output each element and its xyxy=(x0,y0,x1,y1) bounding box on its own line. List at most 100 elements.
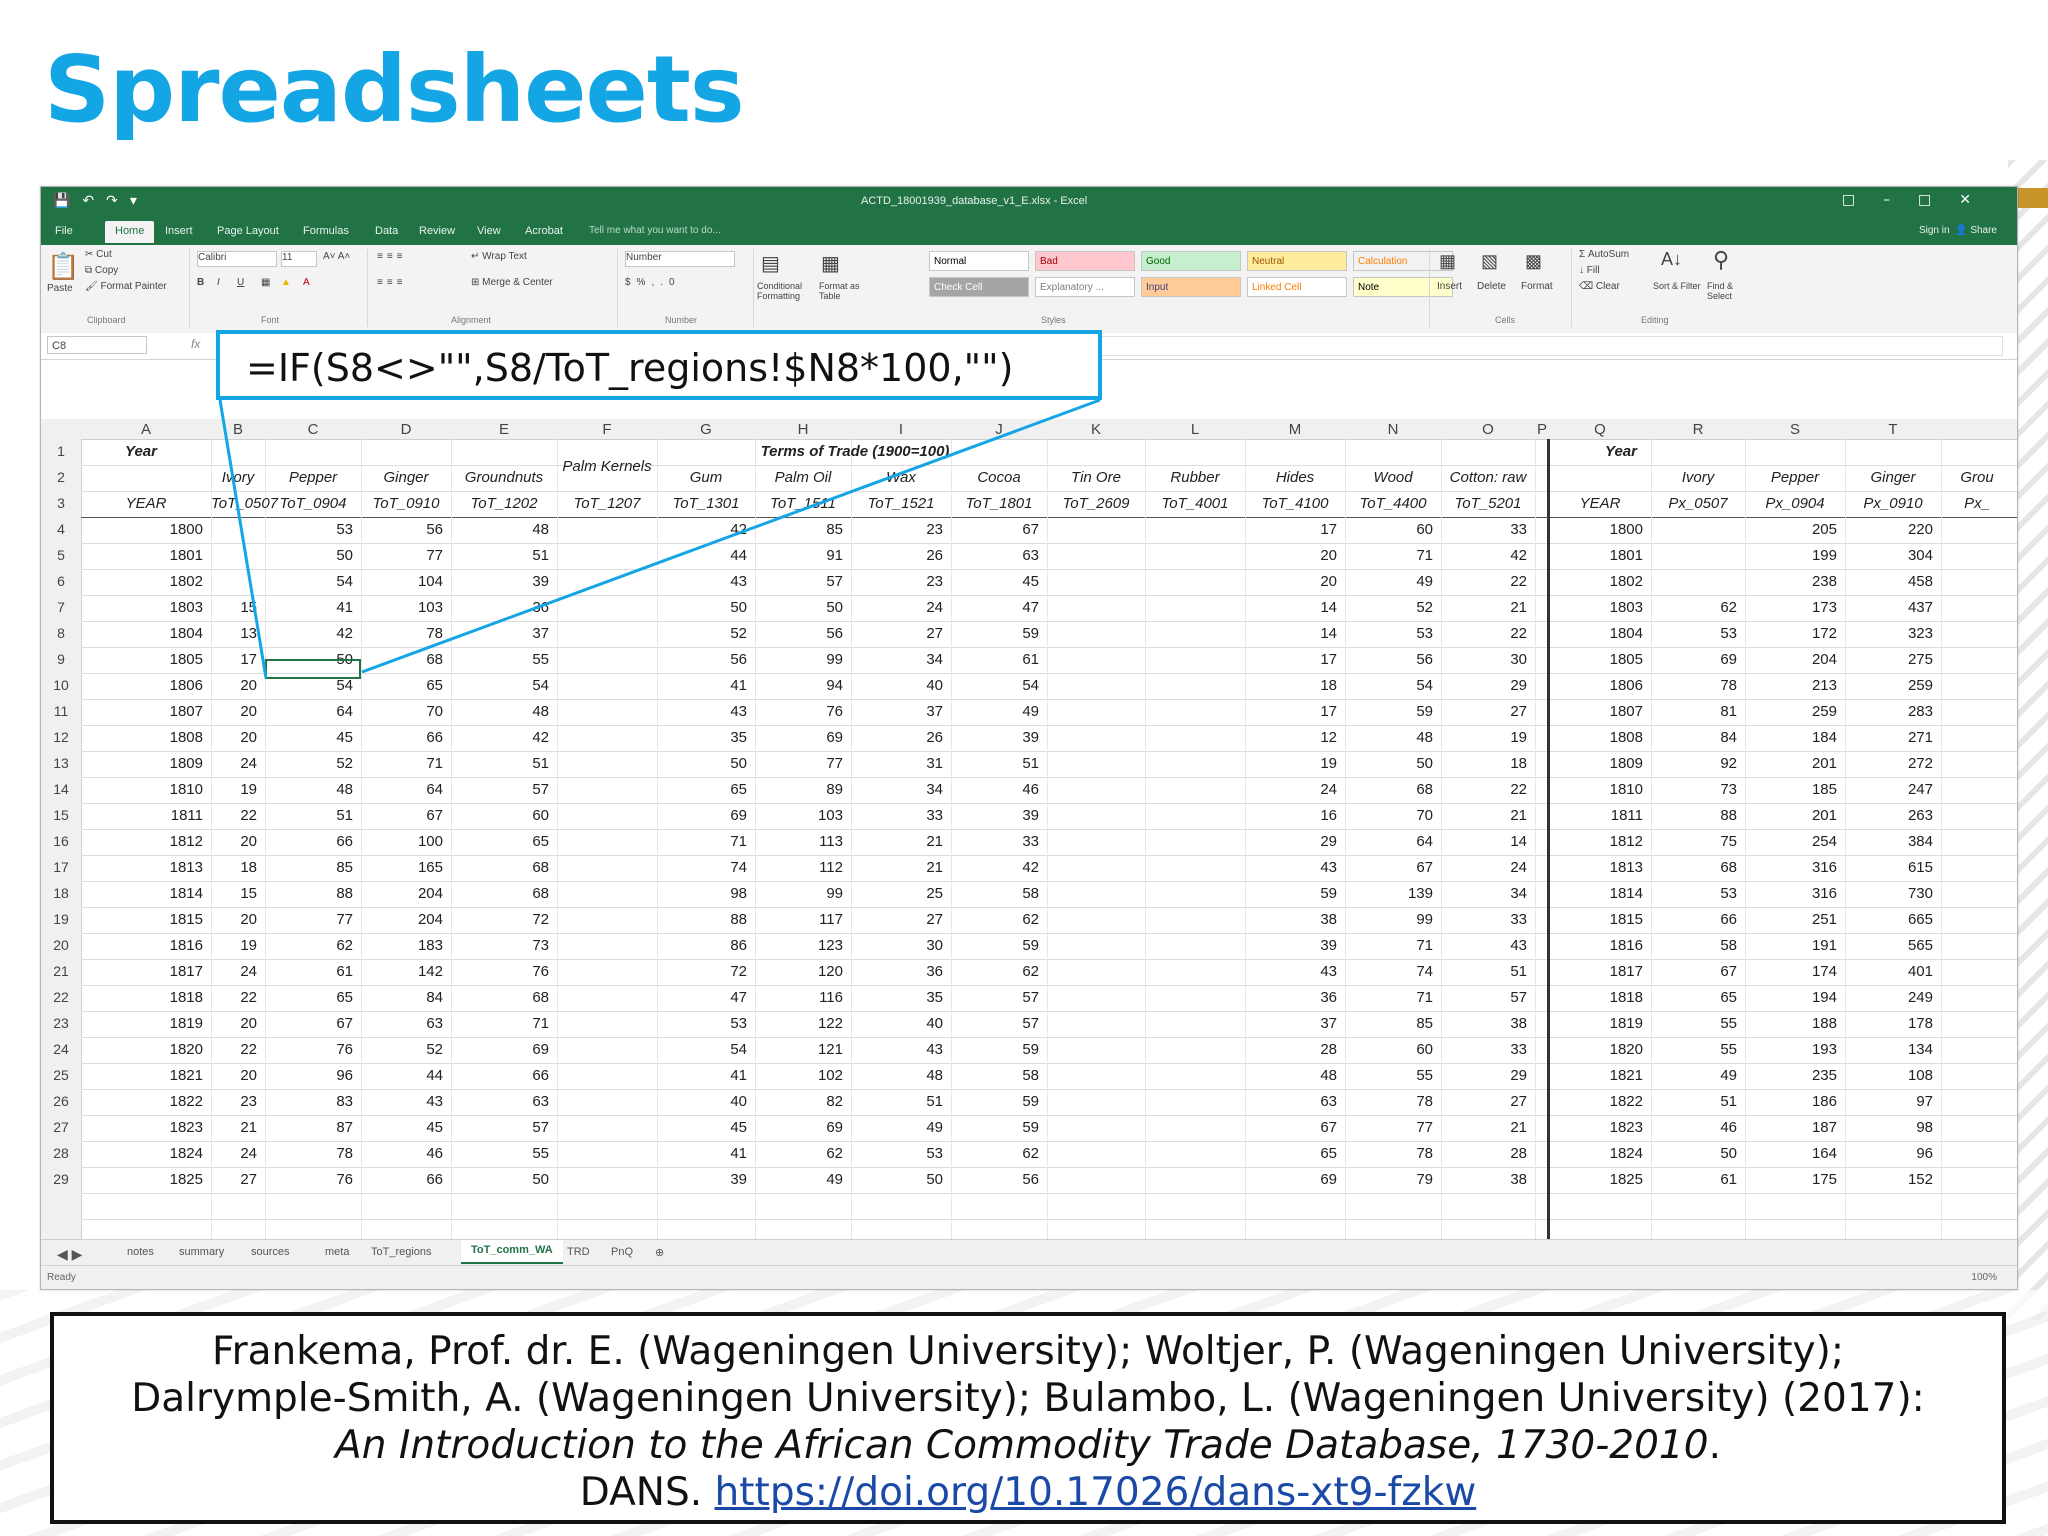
clear-button[interactable]: ⌫ Clear xyxy=(1579,281,1620,292)
cell-style-neutral[interactable]: Neutral xyxy=(1247,251,1347,271)
column-header-i[interactable]: I xyxy=(851,421,951,438)
column-header-f[interactable]: F xyxy=(557,421,657,438)
column-header-m[interactable]: M xyxy=(1245,421,1345,438)
format-cells-icon[interactable]: ▩ xyxy=(1525,251,1542,272)
italic-button[interactable]: I xyxy=(217,277,220,288)
cell-style-explanatory[interactable]: Explanatory ... xyxy=(1035,277,1135,297)
column-header-d[interactable]: D xyxy=(361,421,451,438)
data-cell-j: 59 xyxy=(1022,1093,1039,1110)
format-as-table-button[interactable]: Format as Table xyxy=(819,281,869,301)
window-controls[interactable]: □–□✕ xyxy=(1842,192,1999,208)
tab-home[interactable]: Home xyxy=(105,221,155,243)
align-left-icons[interactable]: ≡≡≡ xyxy=(377,277,407,288)
font-size-select[interactable]: 11 xyxy=(281,251,317,267)
column-header-o[interactable]: O xyxy=(1441,421,1535,438)
column-header-a[interactable]: A xyxy=(81,421,211,438)
quick-access-toolbar[interactable]: 💾↶↷▾ xyxy=(53,193,149,209)
zoom-level[interactable]: 100% xyxy=(1971,1272,1997,1283)
paste-label[interactable]: Paste xyxy=(47,283,73,294)
column-header-n[interactable]: N xyxy=(1345,421,1441,438)
sheet-nav-arrows[interactable]: ◀ ▶ xyxy=(57,1246,82,1263)
tab-insert[interactable]: Insert xyxy=(165,225,193,237)
column-header-p[interactable]: P xyxy=(1535,421,1549,438)
column-header-c[interactable]: C xyxy=(265,421,361,438)
sheet-tab-pnq[interactable]: PnQ xyxy=(611,1246,633,1258)
share-button[interactable]: Share xyxy=(1970,225,1997,236)
bold-button[interactable]: B xyxy=(197,277,204,288)
cell-style-good[interactable]: Good xyxy=(1141,251,1241,271)
column-header-s[interactable]: S xyxy=(1745,421,1845,438)
sheet-tab-tot-regions[interactable]: ToT_regions xyxy=(371,1246,432,1258)
column-header-h[interactable]: H xyxy=(755,421,851,438)
sheet-tab-trd[interactable]: TRD xyxy=(567,1246,590,1258)
delete-cells-button[interactable]: Delete xyxy=(1477,281,1506,292)
tab-page-layout[interactable]: Page Layout xyxy=(217,225,279,237)
font-grow-shrink-icon[interactable]: A˅ A˄ xyxy=(323,251,350,262)
copy-button[interactable]: ⧉ Copy xyxy=(85,265,118,276)
tell-me-search[interactable]: Tell me what you want to do... xyxy=(589,225,721,236)
tab-acrobat[interactable]: Acrobat xyxy=(525,225,563,237)
column-header-r[interactable]: R xyxy=(1651,421,1745,438)
cell-style-input[interactable]: Input xyxy=(1141,277,1241,297)
doi-link[interactable]: https://doi.org/10.17026/dans-xt9-fzkw xyxy=(715,1470,1477,1515)
column-header-b[interactable]: B xyxy=(211,421,265,438)
conditional-formatting-button[interactable]: Conditional Formatting xyxy=(757,281,815,301)
name-box[interactable]: C8 xyxy=(47,336,147,354)
wrap-text-button[interactable]: ↵ Wrap Text xyxy=(471,251,527,262)
delete-cells-icon[interactable]: ▧ xyxy=(1481,251,1498,272)
tab-formulas[interactable]: Formulas xyxy=(303,225,349,237)
number-format-icons[interactable]: $%,.0 xyxy=(625,277,681,288)
autosum-button[interactable]: Σ AutoSum xyxy=(1579,249,1629,260)
column-header-k[interactable]: K xyxy=(1047,421,1145,438)
format-cells-button[interactable]: Format xyxy=(1521,281,1553,292)
cell-style-check-cell[interactable]: Check Cell xyxy=(929,277,1029,297)
tab-view[interactable]: View xyxy=(477,225,501,237)
sort-filter-button[interactable]: Sort & Filter xyxy=(1653,281,1703,291)
data-cell-g: 41 xyxy=(730,677,747,694)
insert-cells-icon[interactable]: ▦ xyxy=(1439,251,1456,272)
sheet-tab-tot-comm-wa[interactable]: ToT_comm_WA xyxy=(461,1240,563,1264)
column-header-e[interactable]: E xyxy=(451,421,557,438)
borders-icon[interactable]: ▦ xyxy=(261,277,270,288)
add-sheet-icon[interactable]: ⊕ xyxy=(655,1246,664,1259)
insert-cells-button[interactable]: Insert xyxy=(1437,281,1462,292)
cell-style-linked-cell[interactable]: Linked Cell xyxy=(1247,277,1347,297)
selected-cell[interactable] xyxy=(265,659,361,679)
cell-style-bad[interactable]: Bad xyxy=(1035,251,1135,271)
number-format-select[interactable]: Number xyxy=(625,251,735,267)
font-name-select[interactable]: Calibri xyxy=(197,251,277,267)
column-header-q[interactable]: Q xyxy=(1549,421,1651,438)
sort-filter-icon[interactable]: A↓ xyxy=(1661,249,1682,270)
font-color-icon[interactable]: A xyxy=(303,277,310,288)
format-as-table-icon[interactable]: ▦ xyxy=(821,251,840,276)
sign-in-link[interactable]: Sign in xyxy=(1919,225,1950,236)
cut-button[interactable]: ✂ Cut xyxy=(85,249,112,260)
column-header-g[interactable]: G xyxy=(657,421,755,438)
column-header-j[interactable]: J xyxy=(951,421,1047,438)
sheet-tab-summary[interactable]: summary xyxy=(179,1246,224,1258)
align-top-icons[interactable]: ≡≡≡ xyxy=(377,251,407,262)
sheet-tab-sources[interactable]: sources xyxy=(251,1246,290,1258)
data-cell-e: 55 xyxy=(532,651,549,668)
format-painter-button[interactable]: 🖌 Format Painter xyxy=(85,281,167,292)
fill-button[interactable]: ↓ Fill xyxy=(1579,265,1600,276)
sheet-tab-meta[interactable]: meta xyxy=(325,1246,349,1258)
fill-color-icon[interactable]: ▲ xyxy=(281,277,291,288)
sheet-tab-notes[interactable]: notes xyxy=(127,1246,154,1258)
tab-review[interactable]: Review xyxy=(419,225,455,237)
underline-button[interactable]: U xyxy=(237,277,244,288)
sign-in-share[interactable]: Sign in 👤 Share xyxy=(1919,225,1997,236)
data-cell-e: 36 xyxy=(532,599,549,616)
conditional-formatting-icon[interactable]: ▤ xyxy=(761,251,780,276)
cell-style-calculation[interactable]: Calculation xyxy=(1353,251,1453,271)
paste-icon[interactable]: 📋 xyxy=(47,251,79,282)
fx-icon[interactable]: fx xyxy=(191,337,200,351)
merge-center-button[interactable]: ⊞ Merge & Center xyxy=(471,277,553,288)
tab-file[interactable]: File xyxy=(55,225,73,237)
find-select-icon[interactable]: ⚲ xyxy=(1713,247,1729,273)
find-select-button[interactable]: Find & Select xyxy=(1707,281,1757,301)
cell-style-normal[interactable]: Normal xyxy=(929,251,1029,271)
tab-data[interactable]: Data xyxy=(375,225,398,237)
column-header-l[interactable]: L xyxy=(1145,421,1245,438)
column-header-t[interactable]: T xyxy=(1845,421,1941,438)
